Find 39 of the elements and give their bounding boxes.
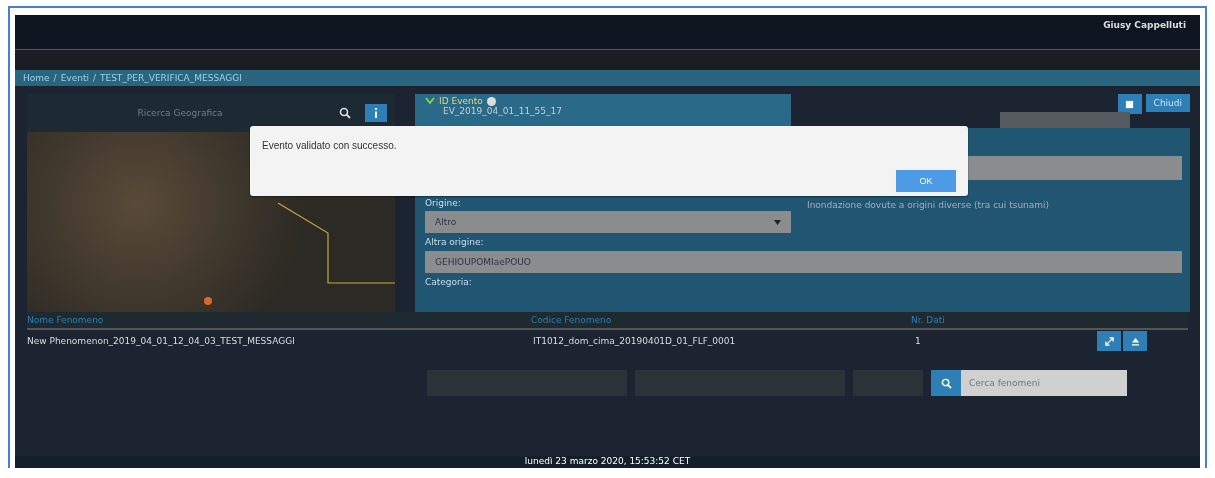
user-name: Giusy Cappelluti: [1103, 20, 1186, 30]
breadcrumb-link[interactable]: Eventi: [60, 73, 89, 83]
category-label: Categoria:: [425, 277, 473, 287]
help-icon[interactable]: [486, 96, 496, 106]
other-origin-field[interactable]: GEHIOUPOMIaePOUO: [425, 251, 1182, 273]
column-header[interactable]: Nome Fenomeno: [27, 315, 531, 325]
dialog-message: Evento validato con successo.: [262, 140, 397, 151]
marker-icon: [203, 296, 213, 306]
table-cell-text: 1: [915, 336, 922, 346]
breadcrumb-separator: /: [92, 73, 96, 83]
origin-select[interactable]: Altro: [425, 211, 791, 233]
upload-icon: [1130, 336, 1140, 346]
event-id-value: EV_2019_04_01_11_55_17: [442, 106, 563, 116]
search-icon[interactable]: [339, 107, 351, 119]
expand-button[interactable]: [1097, 331, 1121, 351]
download-button[interactable]: [1123, 331, 1147, 351]
event-id-label: ID Evento: [439, 96, 483, 106]
expand-icon: [1104, 336, 1114, 346]
search-button[interactable]: [931, 370, 961, 396]
table-cell-text: IT1012_dom_cima_20190401D_01_FLF_0001: [533, 336, 737, 346]
column-header[interactable]: Codice Fenomeno: [531, 315, 911, 325]
breadcrumb-link[interactable]: TEST_PER_VERIFICA_MESSAGGI: [99, 73, 242, 83]
other-origin-label: Altra origine:: [425, 237, 485, 247]
search-icon: [940, 377, 952, 389]
origin-label: Origine:: [425, 198, 462, 208]
table-cell-text: New Phenomenon_2019_04_01_12_04_03_TEST_MESSAGGI: [27, 336, 296, 346]
column-header[interactable]: Nr. Dati: [911, 315, 1091, 325]
save-button[interactable]: [1117, 94, 1142, 114]
search-field[interactable]: Cerca fenomeni: [961, 370, 1127, 396]
breadcrumb-separator: /: [53, 73, 57, 83]
close-button[interactable]: Chiudi: [1145, 94, 1190, 112]
info-icon: [373, 108, 379, 118]
breadcrumb-link[interactable]: Home: [23, 73, 50, 83]
ok-button[interactable]: OK: [896, 170, 956, 192]
info-button[interactable]: [365, 104, 387, 122]
status-datetime: lunedì 23 marzo 2020, 15:53:52 CET: [524, 456, 691, 466]
caret-icon: [774, 219, 781, 225]
chevron-icon[interactable]: [425, 97, 435, 105]
category-description: Inondazione dovute a origini diverse (tra cui tsunami): [807, 199, 1050, 210]
